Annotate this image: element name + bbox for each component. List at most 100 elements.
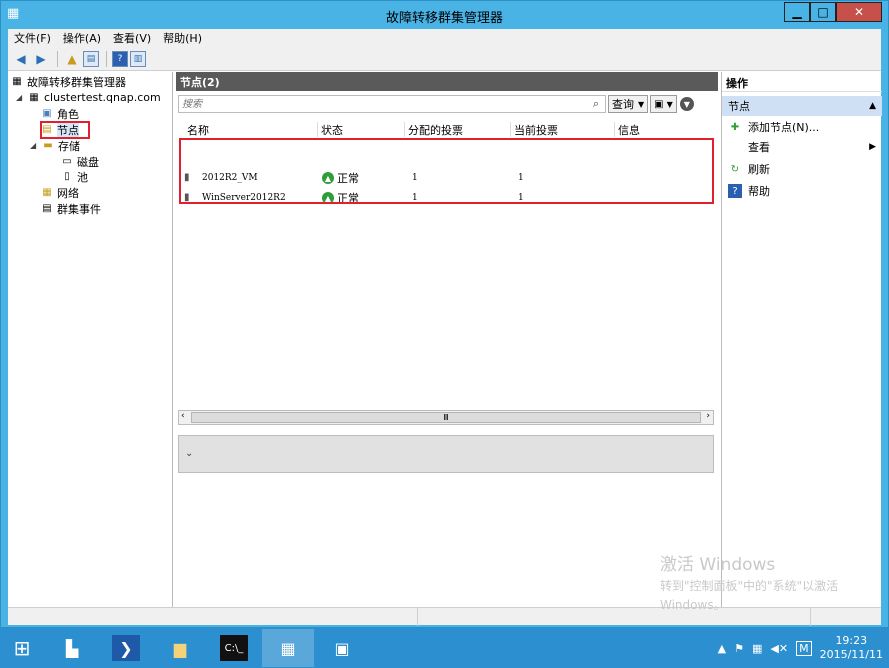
navigation-tree: ▦ 故障转移群集管理器 ◢ ▦ clustertest.qnap.com ▣ 角… (8, 72, 173, 607)
menu-help[interactable]: 帮助(H) (163, 30, 202, 46)
actions-title: 操作 (722, 74, 882, 92)
show-hidden-icons-icon[interactable]: ▲ (718, 642, 726, 655)
start-button[interactable]: ⊞ (0, 629, 44, 667)
tree-item-roles[interactable]: ▣ 角色 (40, 106, 79, 121)
scroll-left-icon[interactable]: ‹ (181, 411, 185, 421)
horizontal-scrollbar[interactable]: ‹ Ⅲ › (178, 410, 714, 425)
title-bar[interactable]: ▦ 故障转移群集管理器 ▁ □ ✕ (1, 1, 888, 29)
dropdown-arrow-icon: ▼ (638, 99, 645, 109)
show-action-pane-icon[interactable]: ▥ (130, 50, 146, 67)
menu-action[interactable]: 操作(A) (63, 30, 101, 46)
collapse-caret-icon[interactable]: ▲ (869, 101, 876, 111)
tree-item-disks[interactable]: ▭ 磁盘 (60, 154, 99, 169)
search-input[interactable] (178, 95, 606, 113)
tree-item-label: 角色 (57, 107, 79, 121)
column-header-name[interactable]: 名称 (184, 122, 318, 137)
cluster-manager-icon: ▦ (280, 638, 296, 658)
taskbar-explorer[interactable]: ▆ (154, 629, 206, 667)
network-tray-icon[interactable]: ▦ (752, 642, 762, 655)
scroll-thumb[interactable]: Ⅲ (191, 412, 701, 423)
action-center-icon[interactable]: ⚑ (734, 642, 744, 655)
taskbar-powershell[interactable]: ❯ (100, 629, 152, 667)
tree-item-events[interactable]: ▤ 群集事件 (40, 201, 101, 216)
chevron-down-icon[interactable]: ⌄ (185, 448, 193, 459)
highlight-box (179, 138, 714, 204)
search-icon[interactable]: ⌕ (588, 95, 604, 113)
save-icon: ▣ (654, 98, 664, 110)
tree-item-label: 磁盘 (77, 155, 99, 169)
clock-time: 19:23 (835, 634, 868, 647)
action-view[interactable]: 查看 ▶ (722, 138, 882, 156)
forward-arrow-icon[interactable]: ▶ (32, 50, 50, 68)
show-tree-icon[interactable]: ▤ (83, 50, 99, 67)
query-button[interactable]: 查询 ▼ (608, 95, 649, 113)
taskbar-server-manager[interactable]: ▙ (46, 629, 98, 667)
tree-item-label: 群集事件 (57, 202, 101, 216)
expand-circle-icon[interactable]: ▼ (679, 97, 694, 111)
volume-muted-icon[interactable]: ◀✕ (770, 642, 788, 655)
taskbar: ⊞ ▙ ❯ ▆ C:\_ ▦ ▣ ▲ ⚑ ▦ ◀✕ M 19:23 2015/1… (0, 628, 889, 668)
action-label: 帮助 (748, 185, 770, 198)
clock[interactable]: 19:23 2015/11/11 (820, 634, 883, 662)
roles-icon: ▣ (42, 108, 52, 119)
tree-item-networks[interactable]: ▦ 网络 (40, 185, 79, 200)
tree-item-label: 故障转移群集管理器 (27, 75, 126, 89)
taskbar-cluster-manager[interactable]: ▦ (262, 629, 314, 667)
expand-triangle-icon[interactable]: ◢ (16, 93, 26, 102)
client-area: 文件(F) 操作(A) 查看(V) 帮助(H) ◀ ▶ ▲ ▤ ? ▥ ▦ 故障… (8, 29, 882, 626)
network-settings-icon: ▣ (334, 638, 350, 658)
cluster-manager-icon: ▦ (12, 76, 22, 87)
window-title: 故障转移群集管理器 (385, 11, 503, 26)
action-label: 刷新 (748, 163, 770, 176)
pool-icon: ▯ (64, 171, 70, 182)
tree-item-label: 存储 (58, 139, 80, 153)
column-header-assigned-vote[interactable]: 分配的投票 (405, 122, 511, 137)
dropdown-arrow-icon: ▼ (666, 99, 673, 109)
input-method-icon[interactable]: M (796, 640, 812, 656)
tree-item-label: 池 (77, 170, 88, 184)
add-node-icon: ✚ (730, 121, 740, 133)
window-controls: ▁ □ ✕ (784, 2, 882, 22)
taskbar-network[interactable]: ▣ (316, 629, 368, 667)
actions-pane: 操作 节点 ▲ ✚ 添加节点(N)... 查看 ▶ ↻ 刷新 ? 帮助 (721, 72, 882, 607)
close-button[interactable]: ✕ (836, 2, 882, 22)
command-prompt-icon: C:\_ (220, 635, 248, 661)
taskbar-cmd[interactable]: C:\_ (208, 629, 260, 667)
help-book-icon[interactable]: ? (112, 50, 128, 67)
scroll-right-icon[interactable]: › (706, 411, 710, 421)
toolbar-divider (57, 50, 58, 67)
action-refresh[interactable]: ↻ 刷新 (722, 160, 882, 178)
watermark-line: 转到"控制面板"中的"系统"以激活 (660, 579, 839, 593)
column-header-status[interactable]: 状态 (318, 122, 405, 137)
detail-pane[interactable]: ⌄ (178, 435, 714, 473)
actions-section-header[interactable]: 节点 ▲ (722, 96, 882, 116)
back-arrow-icon[interactable]: ◀ (12, 50, 30, 68)
save-query-button[interactable]: ▣ ▼ (650, 95, 677, 113)
toolbar: ◀ ▶ ▲ ▤ ? ▥ (8, 47, 881, 71)
tree-item-storage[interactable]: ◢ ▬ 存储 (30, 138, 80, 153)
column-header-info[interactable]: 信息 (615, 122, 711, 137)
tree-item-root[interactable]: ▦ 故障转移群集管理器 (10, 74, 126, 89)
refresh-icon: ↻ (730, 163, 740, 175)
tree-item-label: 网络 (57, 186, 79, 200)
up-folder-icon[interactable]: ▲ (63, 50, 81, 68)
highlight-box (40, 121, 90, 139)
action-help[interactable]: ? 帮助 (722, 182, 882, 200)
menu-bar: 文件(F) 操作(A) 查看(V) 帮助(H) (8, 29, 881, 47)
maximize-button[interactable]: □ (810, 2, 836, 22)
column-header-current-vote[interactable]: 当前投票 (511, 122, 615, 137)
menu-view[interactable]: 查看(V) (113, 30, 151, 46)
section-label: 节点 (728, 100, 750, 113)
search-row: ⌕ 查询 ▼ ▣ ▼ ▼ (178, 94, 716, 114)
cluster-icon: ▦ (29, 92, 39, 103)
tree-item-pools[interactable]: ▯ 池 (60, 169, 88, 184)
tree-item-cluster[interactable]: ◢ ▦ clustertest.qnap.com (16, 90, 161, 105)
windows-logo-icon: ⊞ (13, 636, 31, 660)
network-icon: ▦ (42, 187, 52, 198)
clock-date: 2015/11/11 (819, 648, 883, 661)
system-tray: ▲ ⚑ ▦ ◀✕ M 19:23 2015/11/11 (718, 628, 883, 668)
menu-file[interactable]: 文件(F) (14, 30, 51, 46)
expand-triangle-icon[interactable]: ◢ (30, 141, 40, 150)
action-add-node[interactable]: ✚ 添加节点(N)... (722, 118, 882, 136)
minimize-button[interactable]: ▁ (784, 2, 810, 22)
